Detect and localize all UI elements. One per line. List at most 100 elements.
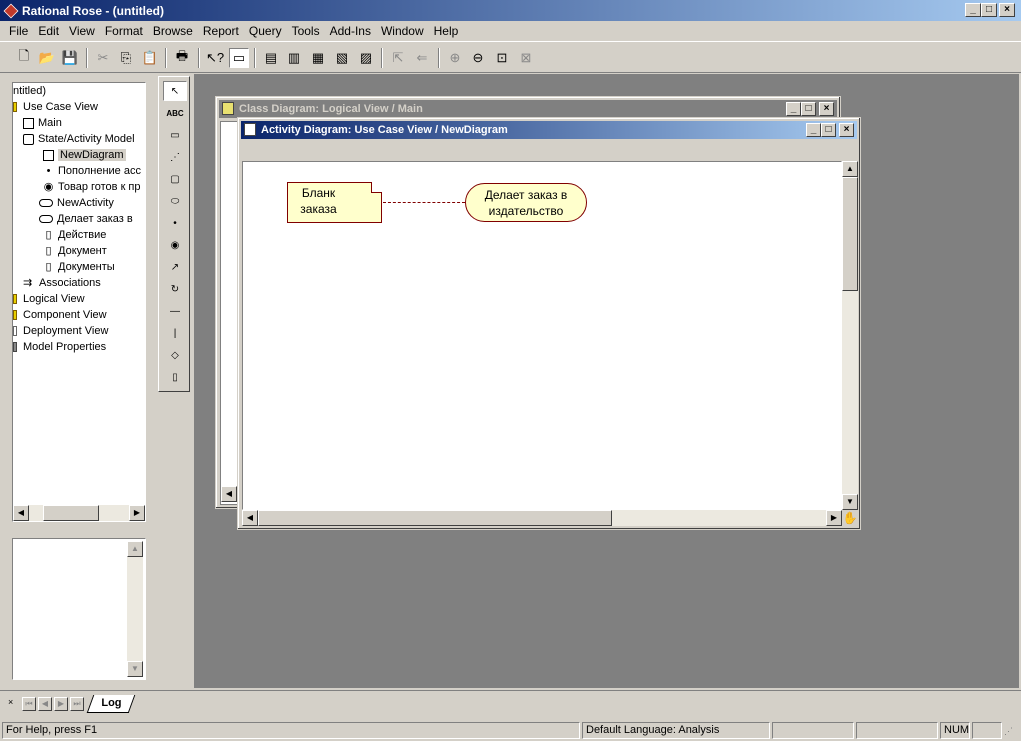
tree-item-new-diagram[interactable]: NewDiagram (43, 147, 126, 163)
cut-icon[interactable]: ✂ (93, 48, 113, 68)
browse-parent-icon[interactable]: ⇱ (388, 48, 408, 68)
browse-deployment-diagram-icon[interactable]: ▨ (356, 48, 376, 68)
activity-delaet-zakaz[interactable]: Делает заказ в издательство (465, 183, 587, 222)
tree-item-state-activity-model[interactable]: State/Activity Model (23, 131, 135, 147)
menu-view[interactable]: View (64, 24, 100, 38)
class-diagram-titlebar[interactable]: Class Diagram: Logical View / Main _ □ × (219, 100, 837, 118)
activity-diagram-titlebar[interactable]: Activity Diagram: Use Case View / NewDia… (241, 121, 857, 139)
tab-next-icon[interactable]: ▶ (54, 697, 68, 711)
log-close-icon[interactable]: × (8, 697, 13, 707)
activity-diagram-canvas[interactable]: Бланк заказа Делает заказ в издательство (242, 161, 842, 510)
note-tool-icon[interactable]: ▭ (163, 125, 187, 145)
maximize-button[interactable]: □ (981, 3, 997, 17)
menu-help[interactable]: Help (429, 24, 464, 38)
menu-format[interactable]: Format (100, 24, 148, 38)
tree-item-delaet[interactable]: Делает заказ в (39, 211, 133, 227)
scroll-up-icon[interactable]: ▲ (127, 541, 143, 557)
state-tool-icon[interactable]: ▢ (163, 169, 187, 189)
class-scroll-left-icon[interactable]: ◀ (221, 486, 237, 502)
browse-previous-icon[interactable]: ⇐ (412, 48, 432, 68)
menu-file[interactable]: File (4, 24, 33, 38)
class-minimize-button[interactable]: _ (786, 102, 801, 116)
tree-item-dokument[interactable]: ▯ Документ (43, 243, 106, 259)
documentation-pane[interactable]: ▲ ▼ (12, 538, 146, 680)
menu-query[interactable]: Query (244, 24, 287, 38)
view-documentation-icon[interactable]: ▭ (229, 48, 249, 68)
object-tool-icon[interactable]: ▯ (163, 367, 187, 387)
menu-addins[interactable]: Add-Ins (325, 24, 376, 38)
model-browser-tree[interactable]: ntitled) Use Case View Main State/Activi… (12, 82, 146, 522)
scroll-down-icon[interactable]: ▼ (127, 661, 143, 677)
minimize-button[interactable]: _ (965, 3, 981, 17)
tree-root-label[interactable]: ntitled) (13, 83, 46, 99)
tree-item-main[interactable]: Main (23, 115, 62, 131)
menu-report[interactable]: Report (198, 24, 244, 38)
zoom-in-icon[interactable]: ⊕ (445, 48, 465, 68)
menu-tools[interactable]: Tools (287, 24, 325, 38)
new-file-icon[interactable]: 🗋 (14, 48, 34, 68)
menu-edit[interactable]: Edit (33, 24, 64, 38)
tree-horizontal-scrollbar[interactable]: ◀ ▶ (13, 505, 145, 521)
object-flow-link[interactable] (383, 202, 465, 203)
end-state-tool-icon[interactable]: ◉ (163, 235, 187, 255)
browse-state-diagram-icon[interactable]: ▧ (332, 48, 352, 68)
class-close-button[interactable]: × (819, 102, 834, 116)
text-box-tool-icon[interactable]: ABC (163, 103, 187, 123)
activity-tool-icon[interactable]: ⬭ (163, 191, 187, 211)
zoom-out-icon[interactable]: ⊖ (468, 48, 488, 68)
tree-item-tovar[interactable]: ◉ Товар готов к пр (43, 179, 141, 195)
tree-item-associations[interactable]: ⇉ Associations (23, 275, 101, 291)
scroll-left-icon[interactable]: ◀ (13, 505, 29, 521)
rose-app-icon[interactable] (3, 3, 19, 18)
class-maximize-button[interactable]: □ (801, 102, 816, 116)
paste-icon[interactable]: 📋 (140, 48, 160, 68)
activity-vertical-scrollbar[interactable]: ▲ ▼ (842, 161, 858, 510)
activity-close-button[interactable]: × (839, 123, 854, 137)
save-icon[interactable]: 💾 (60, 48, 80, 68)
scroll-right-icon[interactable]: ▶ (129, 505, 145, 521)
resize-grip-icon[interactable]: ⋰ (1004, 726, 1013, 737)
decision-tool-icon[interactable]: ◇ (163, 345, 187, 365)
selection-tool-icon[interactable]: ↖ (163, 81, 187, 101)
start-state-tool-icon[interactable]: • (163, 213, 187, 233)
scroll-down-icon[interactable]: ▼ (842, 494, 858, 510)
menu-window[interactable]: Window (376, 24, 429, 38)
print-icon[interactable]: 🖶 (172, 48, 192, 68)
activity-maximize-button[interactable]: □ (821, 123, 836, 137)
transition-tool-icon[interactable]: ↗ (163, 257, 187, 277)
menu-browse[interactable]: Browse (148, 24, 198, 38)
tree-item-dokumenty[interactable]: ▯ Документы (43, 259, 114, 275)
horizontal-sync-tool-icon[interactable]: — (163, 301, 187, 321)
scroll-thumb[interactable] (43, 505, 99, 521)
tree-item-deystvie[interactable]: ▯ Действие (43, 227, 106, 243)
vertical-sync-tool-icon[interactable]: | (163, 323, 187, 343)
pan-hand-icon[interactable]: ✋ (842, 510, 858, 526)
tab-prev-icon[interactable]: ◀ (38, 697, 52, 711)
tree-item-popolnenie[interactable]: • Пополнение асс (43, 163, 141, 179)
open-folder-icon[interactable]: 📂 (37, 48, 57, 68)
self-transition-tool-icon[interactable]: ↻ (163, 279, 187, 299)
browse-component-diagram-icon[interactable]: ▦ (308, 48, 328, 68)
context-help-icon[interactable]: ↖? (205, 48, 225, 68)
tree-item-model-properties[interactable]: Model Properties (13, 339, 106, 355)
activity-minimize-button[interactable]: _ (806, 123, 821, 137)
vertical-scroll-thumb[interactable] (842, 177, 858, 291)
object-blank-zakaza[interactable]: Бланк заказа (287, 182, 382, 223)
browse-class-diagram-icon[interactable]: ▤ (261, 48, 281, 68)
doc-vertical-scrollbar[interactable]: ▲ ▼ (127, 541, 143, 677)
scroll-up-icon[interactable]: ▲ (842, 161, 858, 177)
fit-in-window-icon[interactable]: ⊡ (492, 48, 512, 68)
tab-first-icon[interactable]: ⏮ (22, 697, 36, 711)
browse-interaction-diagram-icon[interactable]: ▥ (284, 48, 304, 68)
copy-icon[interactable]: ⎘ (116, 48, 136, 68)
tab-log[interactable]: Log (86, 695, 136, 713)
tree-item-deployment-view[interactable]: Deployment View (13, 323, 108, 339)
tree-item-use-case-view[interactable]: Use Case View (13, 99, 98, 115)
scroll-right-icon[interactable]: ▶ (826, 510, 842, 526)
close-button[interactable]: × (999, 3, 1015, 17)
anchor-note-tool-icon[interactable]: ⋰ (163, 147, 187, 167)
tab-last-icon[interactable]: ⏭ (70, 697, 84, 711)
tree-item-logical-view[interactable]: Logical View (13, 291, 85, 307)
tree-item-component-view[interactable]: Component View (13, 307, 107, 323)
tree-item-new-activity[interactable]: NewActivity (39, 195, 114, 211)
